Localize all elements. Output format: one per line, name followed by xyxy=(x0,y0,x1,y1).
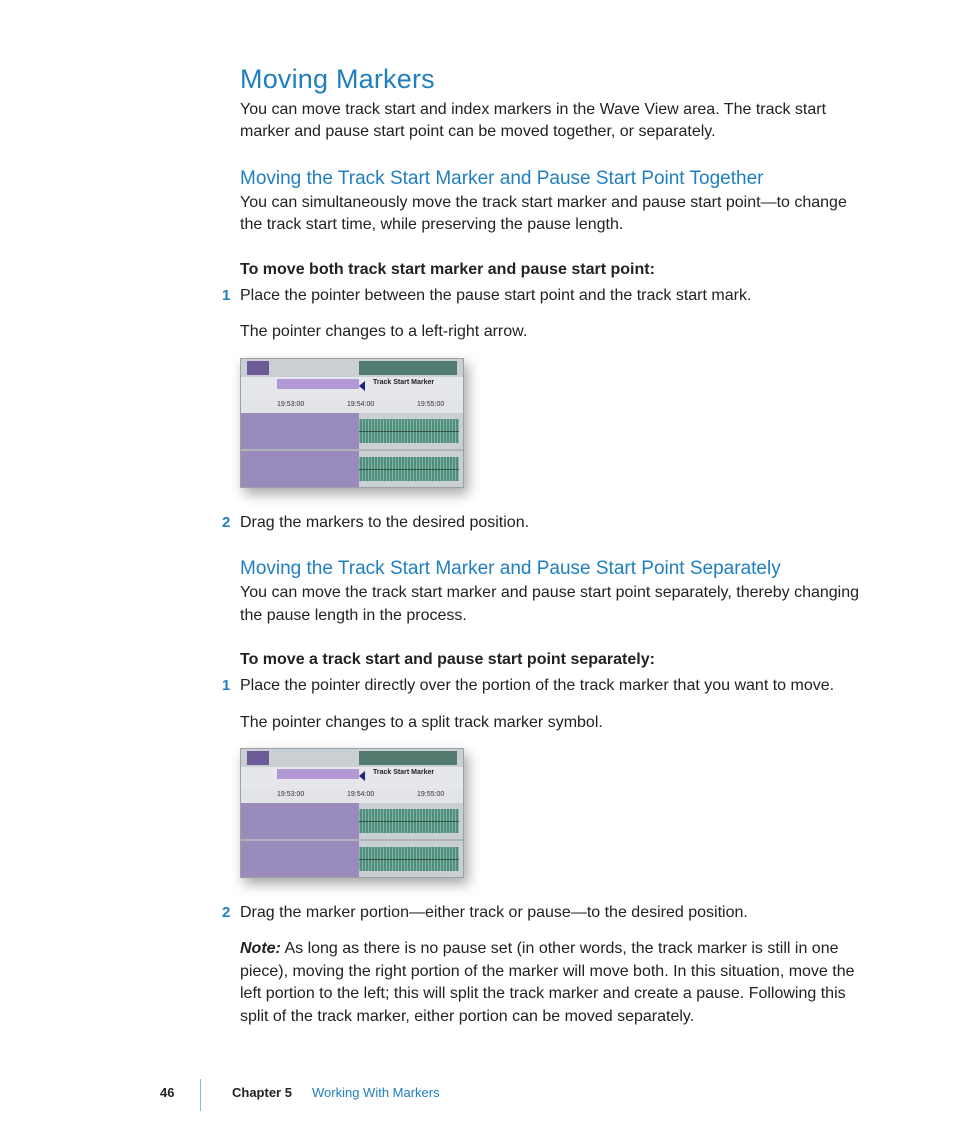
figure-green-block xyxy=(359,751,457,765)
figure-1-wrap: Track Start Marker 19:53:00 19:54:00 19:… xyxy=(240,358,864,488)
note-paragraph: Note: As long as there is no pause set (… xyxy=(240,938,864,1028)
figure-waveview-separately: Track Start Marker 19:53:00 19:54:00 19:… xyxy=(240,748,464,878)
intro-paragraph: You can move track start and index marke… xyxy=(240,99,864,144)
figure-ruler: 19:53:00 19:54:00 19:55:00 xyxy=(241,789,463,803)
step-number: 2 xyxy=(222,512,230,533)
figure-marker-row: Track Start Marker xyxy=(241,767,463,789)
section2-lead: You can move the track start marker and … xyxy=(240,582,864,627)
figure-wave-lane-2 xyxy=(241,841,463,877)
figure-marker-row: Track Start Marker xyxy=(241,377,463,399)
note-text: As long as there is no pause set (in oth… xyxy=(240,940,855,1024)
step-2-1-followup: The pointer changes to a split track mar… xyxy=(240,712,864,734)
figure-purple-block xyxy=(247,751,269,765)
page-footer: 46 Chapter 5 Working With Markers xyxy=(0,1085,954,1109)
page: Moving Markers You can move track start … xyxy=(0,0,954,1145)
figure-top-row xyxy=(241,359,463,377)
ruler-time-2: 19:54:00 xyxy=(347,791,374,798)
figure-ruler: 19:53:00 19:54:00 19:55:00 xyxy=(241,399,463,413)
figure-pause-bar xyxy=(277,379,359,389)
step-text: Drag the marker portion—either track or … xyxy=(240,904,748,921)
ruler-time-3: 19:55:00 xyxy=(417,401,444,408)
figure-top-row xyxy=(241,749,463,767)
footer-rule xyxy=(200,1079,201,1111)
step-2-1: 1 Place the pointer directly over the po… xyxy=(240,675,864,697)
figure-marker-label: Track Start Marker xyxy=(373,379,434,386)
figure-green-block xyxy=(359,361,457,375)
figure-2-wrap: Track Start Marker 19:53:00 19:54:00 19:… xyxy=(240,748,864,878)
step-number: 1 xyxy=(222,285,230,306)
step-text: Place the pointer directly over the port… xyxy=(240,677,834,694)
figure-marker-label: Track Start Marker xyxy=(373,769,434,776)
heading-move-together: Moving the Track Start Marker and Pause … xyxy=(240,168,864,190)
procedure-title-2: To move a track start and pause start po… xyxy=(240,649,864,671)
figure-pause-region xyxy=(241,413,359,449)
procedure-title-1: To move both track start marker and paus… xyxy=(240,259,864,281)
step-1-1: 1 Place the pointer between the pause st… xyxy=(240,285,864,307)
step-text: Place the pointer between the pause star… xyxy=(240,287,751,304)
figure-waveform xyxy=(359,457,459,481)
step-number: 1 xyxy=(222,675,230,696)
step-text: Drag the markers to the desired position… xyxy=(240,514,529,531)
figure-pause-region xyxy=(241,803,359,839)
step-number: 2 xyxy=(222,902,230,923)
figure-wave-lane-1 xyxy=(241,803,463,839)
note-label: Note: xyxy=(240,940,281,957)
figure-wave-lane-1 xyxy=(241,413,463,449)
heading-moving-markers: Moving Markers xyxy=(240,64,864,95)
cursor-icon xyxy=(359,377,369,391)
cursor-icon xyxy=(359,767,369,781)
figure-pause-bar xyxy=(277,769,359,779)
figure-purple-block xyxy=(247,361,269,375)
figure-wave-lane-2 xyxy=(241,451,463,487)
step-1-1-followup: The pointer changes to a left-right arro… xyxy=(240,321,864,343)
footer-chapter-title: Working With Markers xyxy=(312,1085,440,1100)
figure-waveview-together: Track Start Marker 19:53:00 19:54:00 19:… xyxy=(240,358,464,488)
figure-pause-region xyxy=(241,451,359,487)
ruler-time-1: 19:53:00 xyxy=(277,401,304,408)
step-1-2: 2 Drag the markers to the desired positi… xyxy=(240,512,864,534)
figure-pause-region xyxy=(241,841,359,877)
ruler-time-1: 19:53:00 xyxy=(277,791,304,798)
figure-waveform xyxy=(359,847,459,871)
figure-waveform xyxy=(359,419,459,443)
heading-move-separately: Moving the Track Start Marker and Pause … xyxy=(240,558,864,580)
ruler-time-2: 19:54:00 xyxy=(347,401,374,408)
page-number: 46 xyxy=(160,1085,174,1100)
footer-chapter: Chapter 5 xyxy=(232,1085,292,1100)
section1-lead: You can simultaneously move the track st… xyxy=(240,192,864,237)
step-2-2: 2 Drag the marker portion—either track o… xyxy=(240,902,864,924)
ruler-time-3: 19:55:00 xyxy=(417,791,444,798)
figure-waveform xyxy=(359,809,459,833)
